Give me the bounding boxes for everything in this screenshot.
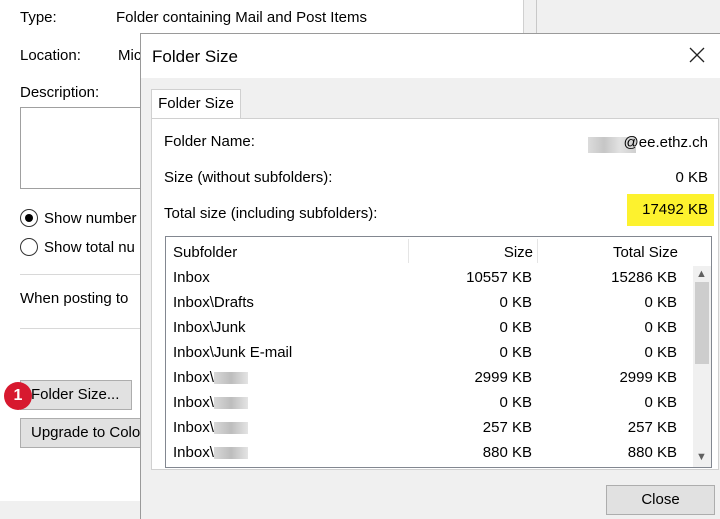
divider bbox=[20, 328, 140, 329]
redacted-folder-name bbox=[213, 447, 248, 460]
column-header-size[interactable]: Size bbox=[504, 244, 533, 261]
close-button[interactable]: Close bbox=[606, 485, 715, 515]
table-row[interactable]: Inbox\ 880 KB 880 KB bbox=[166, 441, 681, 466]
table-row[interactable]: Inbox\ 0 KB 0 KB bbox=[166, 391, 681, 416]
upgrade-to-color-button[interactable]: Upgrade to Colo bbox=[20, 418, 145, 448]
column-header-total-size[interactable]: Total Size bbox=[613, 244, 678, 261]
folder-size-button[interactable]: Folder Size... bbox=[20, 380, 132, 410]
show-total-radio[interactable] bbox=[20, 238, 38, 256]
close-icon[interactable] bbox=[684, 42, 710, 68]
subfolder-name: Inbox\ bbox=[173, 394, 214, 411]
subfolder-size: 0 KB bbox=[499, 394, 532, 411]
type-value: Folder containing Mail and Post Items bbox=[116, 9, 367, 26]
redacted-folder-name bbox=[213, 422, 248, 435]
subfolder-size: 0 KB bbox=[499, 294, 532, 311]
list-header: Subfolder Size Total Size bbox=[166, 237, 711, 266]
table-row[interactable]: Inbox\Junk E-mail 0 KB 0 KB bbox=[166, 341, 681, 366]
subfolder-size: 257 KB bbox=[482, 419, 532, 436]
folder-size-panel: Folder Name: @ee.ethz.ch Size (without s… bbox=[151, 118, 719, 470]
subfolder-total: 257 KB bbox=[627, 419, 677, 436]
location-value: Mic bbox=[118, 47, 142, 64]
subfolder-list[interactable]: Subfolder Size Total Size Inbox 10557 KB… bbox=[165, 236, 712, 468]
subfolder-size: 0 KB bbox=[499, 319, 532, 336]
column-separator bbox=[408, 239, 409, 263]
description-label: Description: bbox=[20, 84, 100, 101]
location-label: Location: bbox=[20, 47, 81, 64]
table-row[interactable]: Inbox\ 2999 KB 2999 KB bbox=[166, 366, 681, 391]
tab-folder-size[interactable]: Folder Size bbox=[151, 89, 241, 119]
subfolder-size: 0 KB bbox=[499, 344, 532, 361]
subfolder-name: Inbox\Drafts bbox=[173, 294, 254, 311]
table-row[interactable]: Inbox\ 257 KB 257 KB bbox=[166, 416, 681, 441]
subfolder-name: Inbox\Junk bbox=[173, 319, 246, 336]
folder-size-dialog: Folder Size Folder Size Folder Name: @ee… bbox=[140, 33, 720, 519]
subfolder-total: 880 KB bbox=[627, 444, 677, 461]
redacted-folder-name bbox=[213, 397, 248, 410]
table-row[interactable]: Inbox 10557 KB 15286 KB bbox=[166, 266, 681, 291]
column-header-subfolder[interactable]: Subfolder bbox=[173, 244, 237, 261]
subfolder-total: 15286 KB bbox=[611, 269, 677, 286]
subfolder-name-cell: Inbox\ bbox=[173, 444, 248, 461]
subfolder-name: Inbox\Junk E-mail bbox=[173, 344, 293, 361]
subfolder-size: 10557 KB bbox=[466, 269, 532, 286]
subfolder-name-cell: Inbox\ bbox=[173, 394, 248, 411]
redacted-folder-name bbox=[213, 372, 248, 385]
total-size-value: 17492 KB bbox=[642, 201, 708, 218]
posting-label: When posting to bbox=[20, 290, 129, 307]
vertical-scrollbar[interactable]: ▲ ▼ bbox=[693, 266, 711, 467]
chevron-up-icon[interactable]: ▲ bbox=[696, 268, 707, 280]
folder-name-value: @ee.ethz.ch bbox=[623, 134, 708, 151]
subfolder-size: 880 KB bbox=[482, 444, 532, 461]
subfolder-total: 0 KB bbox=[644, 294, 677, 311]
table-row[interactable]: Inbox\Drafts 0 KB 0 KB bbox=[166, 291, 681, 316]
show-unread-radio-label: Show number bbox=[44, 210, 137, 227]
subfolder-name-cell: Inbox\ bbox=[173, 369, 248, 386]
dialog-titlebar: Folder Size bbox=[141, 34, 720, 78]
subfolder-name: Inbox bbox=[173, 269, 210, 286]
subfolder-name-cell: Inbox\ bbox=[173, 419, 248, 436]
type-label: Type: bbox=[20, 9, 57, 26]
scrollbar-thumb[interactable] bbox=[695, 282, 709, 364]
subfolder-name: Inbox\ bbox=[173, 369, 214, 386]
subfolder-size: 2999 KB bbox=[474, 369, 532, 386]
size-label: Size (without subfolders): bbox=[164, 169, 333, 186]
divider bbox=[20, 274, 140, 275]
dialog-title: Folder Size bbox=[152, 47, 238, 66]
chevron-down-icon[interactable]: ▼ bbox=[696, 451, 707, 463]
radio-selected-dot bbox=[25, 214, 33, 222]
folder-name-label: Folder Name: bbox=[164, 133, 255, 150]
subfolder-name: Inbox\ bbox=[173, 444, 214, 461]
subfolder-total: 0 KB bbox=[644, 344, 677, 361]
table-row[interactable]: Inbox\Junk 0 KB 0 KB bbox=[166, 316, 681, 341]
show-unread-radio[interactable] bbox=[20, 209, 38, 227]
size-value: 0 KB bbox=[675, 169, 708, 186]
subfolder-name: Inbox\ bbox=[173, 419, 214, 436]
total-size-label: Total size (including subfolders): bbox=[164, 205, 378, 222]
subfolder-total: 0 KB bbox=[644, 319, 677, 336]
show-total-radio-label: Show total nu bbox=[44, 239, 135, 256]
description-textarea[interactable] bbox=[20, 107, 152, 189]
step-badge: 1 bbox=[4, 382, 32, 410]
subfolder-total: 0 KB bbox=[644, 394, 677, 411]
subfolder-total: 2999 KB bbox=[619, 369, 677, 386]
column-separator bbox=[537, 239, 538, 263]
